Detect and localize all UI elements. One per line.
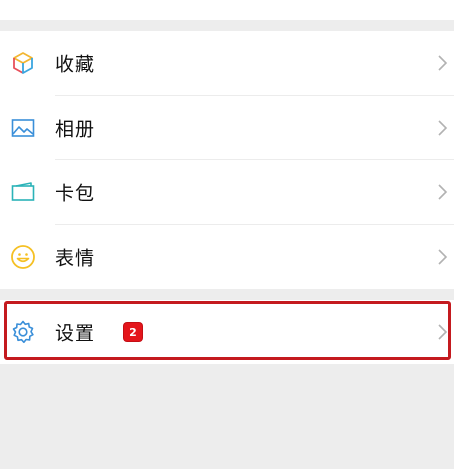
settings-label: 设置 <box>55 322 96 345</box>
previous-section-bottom <box>0 0 454 20</box>
card-wallet-icon <box>10 179 36 205</box>
menu-item-favorites[interactable]: 收藏 <box>0 31 454 96</box>
menu-item-label: 收藏 <box>55 53 96 76</box>
smiley-face-icon <box>10 244 36 270</box>
menu-item-label: 相册 <box>55 118 96 141</box>
menu-group: 收藏 相册 卡包 表情 <box>0 31 454 289</box>
menu-item-album[interactable]: 相册 <box>0 96 454 160</box>
chevron-right-icon <box>438 184 448 200</box>
menu-item-settings[interactable]: 设置 2 <box>0 300 454 364</box>
chevron-right-icon <box>438 249 448 265</box>
notification-badge: 2 <box>124 323 142 341</box>
menu-item-label: 卡包 <box>55 182 96 205</box>
menu-item-label: 表情 <box>55 247 96 270</box>
chevron-right-icon <box>438 120 448 136</box>
settings-group: 设置 2 <box>0 300 454 364</box>
chevron-right-icon <box>438 55 448 71</box>
chevron-right-icon <box>438 324 448 340</box>
menu-item-card-wallet[interactable]: 卡包 <box>0 160 454 225</box>
favorites-cube-icon <box>10 50 36 76</box>
album-picture-icon <box>10 115 36 141</box>
menu-item-stickers[interactable]: 表情 <box>0 225 454 290</box>
gear-icon <box>10 319 36 345</box>
